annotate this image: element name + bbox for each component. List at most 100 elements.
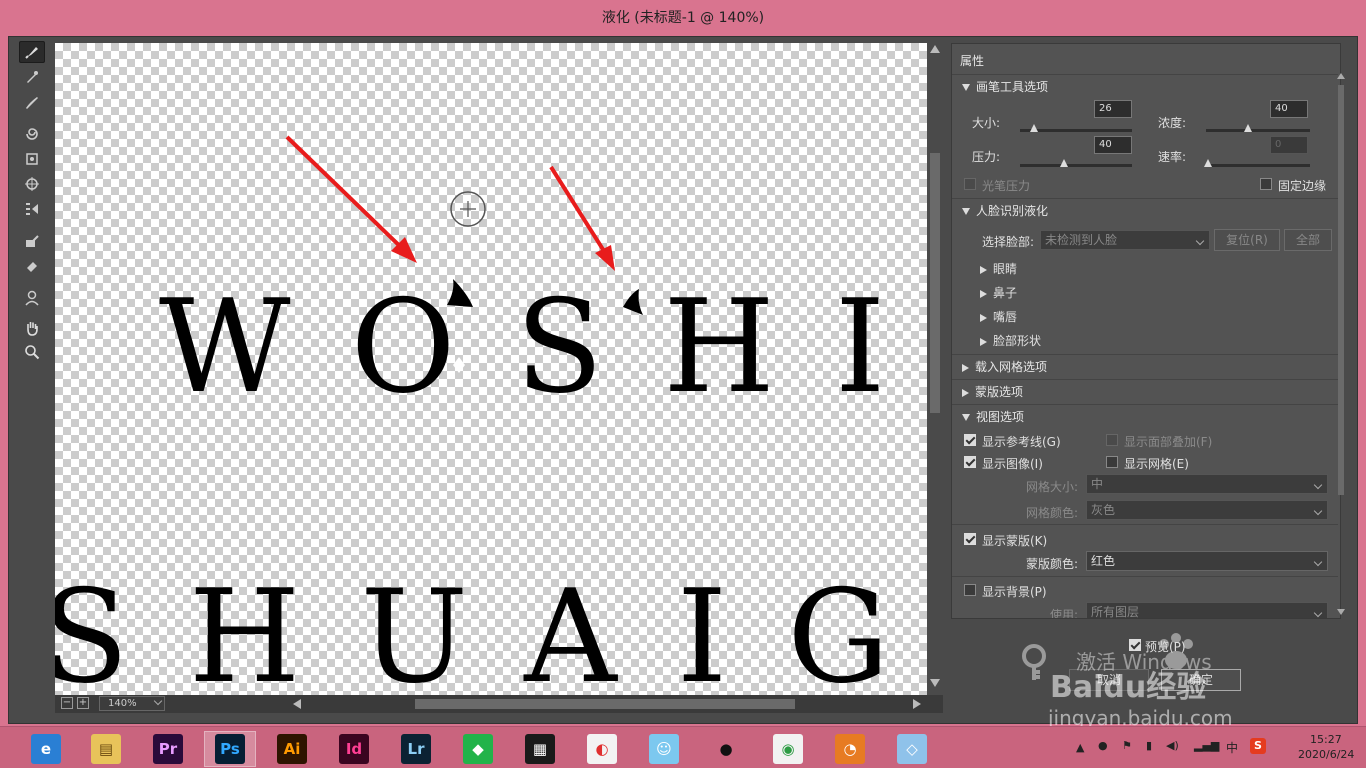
taskbar-notes-app[interactable]: ◇ <box>886 731 938 767</box>
hand-tool[interactable] <box>19 317 45 339</box>
rate-slider[interactable] <box>1204 159 1310 167</box>
zoom-select[interactable]: 140% <box>99 696 165 711</box>
forward-warp-tool[interactable] <box>19 41 45 63</box>
pucker-tool[interactable] <box>19 148 45 170</box>
size-input[interactable]: 26 <box>1094 100 1132 118</box>
face-item-eyes[interactable]: 眼睛 <box>980 260 1017 277</box>
bloat-tool[interactable] <box>19 173 45 195</box>
brush-cursor <box>450 191 486 227</box>
slider-knob[interactable] <box>1204 159 1212 167</box>
scroll-down-icon[interactable] <box>1337 609 1345 615</box>
smooth-tool[interactable] <box>19 91 45 113</box>
vertical-scroll-thumb[interactable] <box>930 153 940 413</box>
slider-knob[interactable] <box>1030 124 1038 132</box>
taskbar-chrome[interactable]: ◉ <box>762 731 814 767</box>
size-slider[interactable] <box>1020 124 1132 132</box>
warped-s-spike <box>623 289 643 315</box>
zoom-out-icon[interactable]: − <box>61 697 73 709</box>
scroll-up-icon[interactable] <box>930 45 940 53</box>
taskbar-lightroom[interactable]: Lr <box>390 731 442 767</box>
face-aware-header[interactable]: 人脸识别液化 <box>952 198 1338 222</box>
ime-indicator[interactable]: 中 <box>1226 739 1238 756</box>
freeze-mask-tool[interactable] <box>19 230 45 252</box>
face-item-face-shape[interactable]: 脸部形状 <box>980 332 1041 349</box>
taskbar-illustrator[interactable]: Ai <box>266 731 318 767</box>
slider-knob[interactable] <box>1060 159 1068 167</box>
thaw-mask-tool[interactable] <box>19 255 45 277</box>
taskbar-qq[interactable]: ● <box>700 731 752 767</box>
mesh-size-dropdown[interactable]: 中 <box>1086 474 1328 494</box>
select-face-dropdown[interactable]: 未检测到人脸 <box>1040 230 1210 250</box>
pressure-label: 压力: <box>972 150 1001 164</box>
face-item-label: 眼睛 <box>993 262 1018 276</box>
show-mesh-label: 显示网格(E) <box>1124 457 1189 471</box>
load-mesh-header[interactable]: 载入网格选项 <box>952 354 1338 378</box>
push-left-icon <box>26 203 38 215</box>
pressure-slider[interactable] <box>1020 159 1132 167</box>
pucker-icon <box>26 153 38 165</box>
taskbar-browser-360[interactable]: e <box>20 731 72 767</box>
all-button[interactable]: 全部 <box>1284 229 1332 251</box>
panel-scrollbar[interactable] <box>1337 73 1345 619</box>
show-guides-checkbox[interactable] <box>964 434 976 446</box>
liquify-canvas[interactable]: WOSHI SHUAIG <box>55 43 927 695</box>
slider-knob[interactable] <box>1244 124 1252 132</box>
mask-color-dropdown[interactable]: 红色 <box>1086 551 1328 571</box>
taskbar-photoshop[interactable]: Ps <box>204 731 256 767</box>
show-mesh-checkbox[interactable] <box>1106 456 1118 468</box>
network-icon[interactable]: ▂▄▆ <box>1194 739 1219 752</box>
density-label: 浓度: <box>1158 116 1187 130</box>
battery-icon[interactable]: ▮ <box>1146 739 1152 752</box>
density-slider[interactable] <box>1206 124 1310 132</box>
zoom-in-icon[interactable]: + <box>77 697 89 709</box>
taskbar-game-app[interactable]: ◐ <box>576 731 628 767</box>
clock-date[interactable]: 2020/6/24 <box>1298 748 1354 761</box>
pin-edges-checkbox[interactable] <box>1260 178 1272 190</box>
sogou-icon[interactable]: S <box>1250 738 1266 754</box>
taskbar-chat-app[interactable]: ☺ <box>638 731 690 767</box>
scroll-right-icon[interactable] <box>913 699 921 709</box>
taskbar-indesign[interactable]: Id <box>328 731 380 767</box>
face-item-nose[interactable]: 鼻子 <box>980 284 1017 301</box>
use-dropdown[interactable]: 所有图层 <box>1086 602 1328 618</box>
show-face-overlay-checkbox[interactable] <box>1106 434 1118 446</box>
view-options-header[interactable]: 视图选项 <box>952 404 1338 428</box>
expand-triangle-icon <box>962 363 969 372</box>
scroll-left-icon[interactable] <box>293 699 301 709</box>
show-image-checkbox[interactable] <box>964 456 976 468</box>
show-mask-checkbox[interactable] <box>964 533 976 545</box>
zoom-tool[interactable] <box>19 341 45 363</box>
taskbar-file-explorer[interactable]: ▤ <box>80 731 132 767</box>
flag-icon[interactable]: ⚑ <box>1122 739 1132 752</box>
clock-time[interactable]: 15:27 <box>1310 733 1342 746</box>
push-left-tool[interactable] <box>19 198 45 220</box>
reset-button[interactable]: 复位(R) <box>1214 229 1280 251</box>
taskbar-media-app[interactable]: ◔ <box>824 731 876 767</box>
horizontal-scroll-thumb[interactable] <box>415 699 795 709</box>
scroll-down-icon[interactable] <box>930 679 940 687</box>
qq-tray-icon[interactable]: ● <box>1098 739 1108 752</box>
pressure-input[interactable]: 40 <box>1094 136 1132 154</box>
volume-icon[interactable]: ◀) <box>1166 739 1179 752</box>
face-item-mouth[interactable]: 嘴唇 <box>980 308 1017 325</box>
twirl-tool[interactable] <box>19 123 45 145</box>
density-input[interactable]: 40 <box>1270 100 1308 118</box>
mesh-color-dropdown[interactable]: 灰色 <box>1086 500 1328 520</box>
section-title: 蒙版选项 <box>975 385 1024 399</box>
mask-options-header[interactable]: 蒙版选项 <box>952 379 1338 403</box>
show-backdrop-checkbox[interactable] <box>964 584 976 596</box>
expand-triangle-icon <box>962 388 969 397</box>
chevron-down-icon <box>1313 557 1323 567</box>
rate-input[interactable]: 0 <box>1270 136 1308 154</box>
taskbar-cloud-app[interactable]: ◆ <box>452 731 504 767</box>
brush-options-header[interactable]: 画笔工具选项 <box>952 74 1338 98</box>
taskbar-premiere[interactable]: Pr <box>142 731 194 767</box>
face-tool[interactable] <box>19 287 45 309</box>
panel-scroll-thumb[interactable] <box>1338 85 1344 495</box>
stylus-pressure-checkbox[interactable] <box>964 178 976 190</box>
vertical-scrollbar[interactable] <box>927 43 943 695</box>
scroll-up-icon[interactable] <box>1337 73 1345 79</box>
taskbar-video-app[interactable]: ▦ <box>514 731 566 767</box>
tray-chevron-icon[interactable]: ▲ <box>1076 741 1084 754</box>
reconstruct-tool[interactable] <box>19 66 45 88</box>
